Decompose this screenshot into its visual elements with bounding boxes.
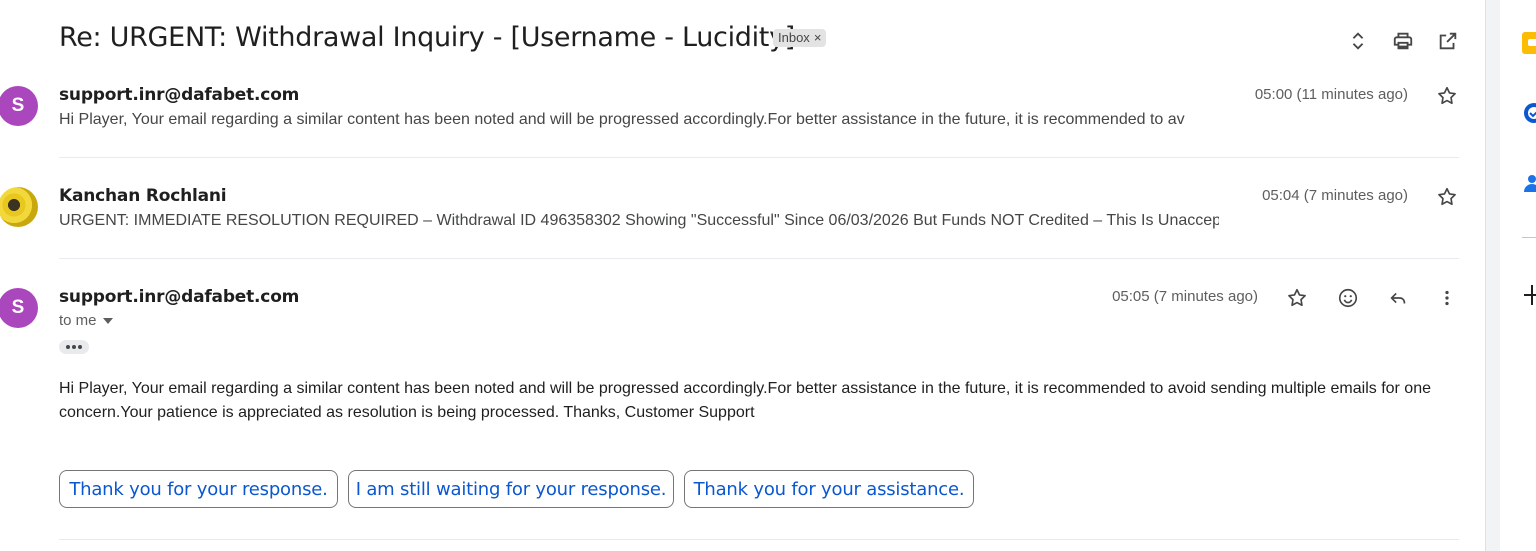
- more-options-icon[interactable]: [1434, 285, 1460, 311]
- sender-avatar[interactable]: S: [0, 86, 38, 126]
- side-panel-separator: [1485, 0, 1500, 551]
- show-trimmed-content-button[interactable]: [59, 340, 89, 354]
- print-icon[interactable]: [1390, 28, 1416, 54]
- message-divider: [59, 539, 1459, 540]
- email-subject: Re: URGENT: Withdrawal Inquiry - [Userna…: [59, 22, 813, 53]
- open-in-new-window-icon[interactable]: [1435, 28, 1461, 54]
- tasks-icon[interactable]: [1522, 100, 1536, 126]
- star-icon[interactable]: [1284, 285, 1310, 311]
- chevron-down-icon: [102, 318, 113, 325]
- contacts-icon[interactable]: [1522, 170, 1536, 196]
- message-body: Hi Player, Your email regarding a simila…: [59, 380, 1431, 421]
- message-time: 05:00 (11 minutes ago): [1254, 86, 1408, 103]
- emoji-reaction-icon[interactable]: [1335, 285, 1361, 311]
- dot: [72, 345, 76, 349]
- sender-name[interactable]: support.inr@dafabet.com: [59, 287, 299, 307]
- smart-reply-button[interactable]: I am still waiting for your response.: [348, 470, 674, 508]
- smart-reply-button[interactable]: Thank you for your assistance.: [684, 470, 974, 508]
- message-time: 05:05 (7 minutes ago): [1112, 288, 1258, 305]
- expand-collapse-icon[interactable]: [1345, 28, 1371, 54]
- side-panel-divider: [1522, 237, 1536, 238]
- inbox-label-chip[interactable]: Inbox ×: [773, 29, 827, 47]
- sender-name[interactable]: support.inr@dafabet.com: [59, 85, 299, 105]
- sender-avatar[interactable]: S: [0, 288, 38, 328]
- message-divider: [59, 258, 1459, 259]
- message-time: 05:04 (7 minutes ago): [1262, 187, 1408, 204]
- sender-name[interactable]: Kanchan Rochlani: [59, 186, 227, 206]
- keep-icon[interactable]: [1522, 30, 1536, 56]
- label-text: Inbox: [778, 30, 810, 45]
- message-snippet[interactable]: URGENT: IMMEDIATE RESOLUTION REQUIRED – …: [59, 212, 1219, 230]
- sender-avatar-photo[interactable]: [0, 187, 38, 227]
- dot: [78, 345, 82, 349]
- recipient-details-toggle[interactable]: to me: [59, 312, 113, 329]
- star-icon[interactable]: [1434, 184, 1460, 210]
- remove-label-icon[interactable]: ×: [814, 30, 822, 45]
- message-divider: [59, 157, 1459, 158]
- dot: [66, 345, 70, 349]
- recipient-text: to me: [59, 312, 97, 329]
- star-icon[interactable]: [1434, 83, 1460, 109]
- message-snippet[interactable]: Hi Player, Your email regarding a simila…: [59, 111, 1219, 129]
- add-addon-icon[interactable]: [1522, 282, 1536, 308]
- reply-icon[interactable]: [1385, 285, 1411, 311]
- smart-reply-button[interactable]: Thank you for your response.: [59, 470, 338, 508]
